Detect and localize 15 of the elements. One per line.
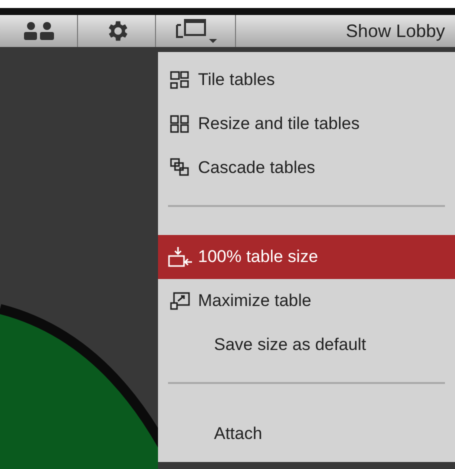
menu-item[interactable]: Cascade tables bbox=[158, 146, 455, 190]
people-icon bbox=[22, 21, 56, 41]
windows-icon bbox=[174, 17, 218, 45]
grid-icon bbox=[170, 114, 190, 133]
menu-item[interactable]: Resize and tile tables bbox=[158, 102, 455, 146]
menu-item[interactable]: Tile tables bbox=[158, 58, 455, 102]
cascade-icon bbox=[170, 158, 190, 176]
menu-item[interactable]: Attach bbox=[158, 412, 455, 456]
resize-icon bbox=[168, 247, 192, 268]
menu-item[interactable]: Maximize table bbox=[158, 278, 455, 323]
tile-icon bbox=[170, 70, 190, 89]
menu-item[interactable]: Save size as default bbox=[158, 322, 455, 366]
maximize-icon bbox=[170, 292, 190, 310]
menu-item[interactable]: 100% table size bbox=[158, 235, 455, 279]
show-lobby-button[interactable]: Show Lobby bbox=[236, 15, 455, 47]
